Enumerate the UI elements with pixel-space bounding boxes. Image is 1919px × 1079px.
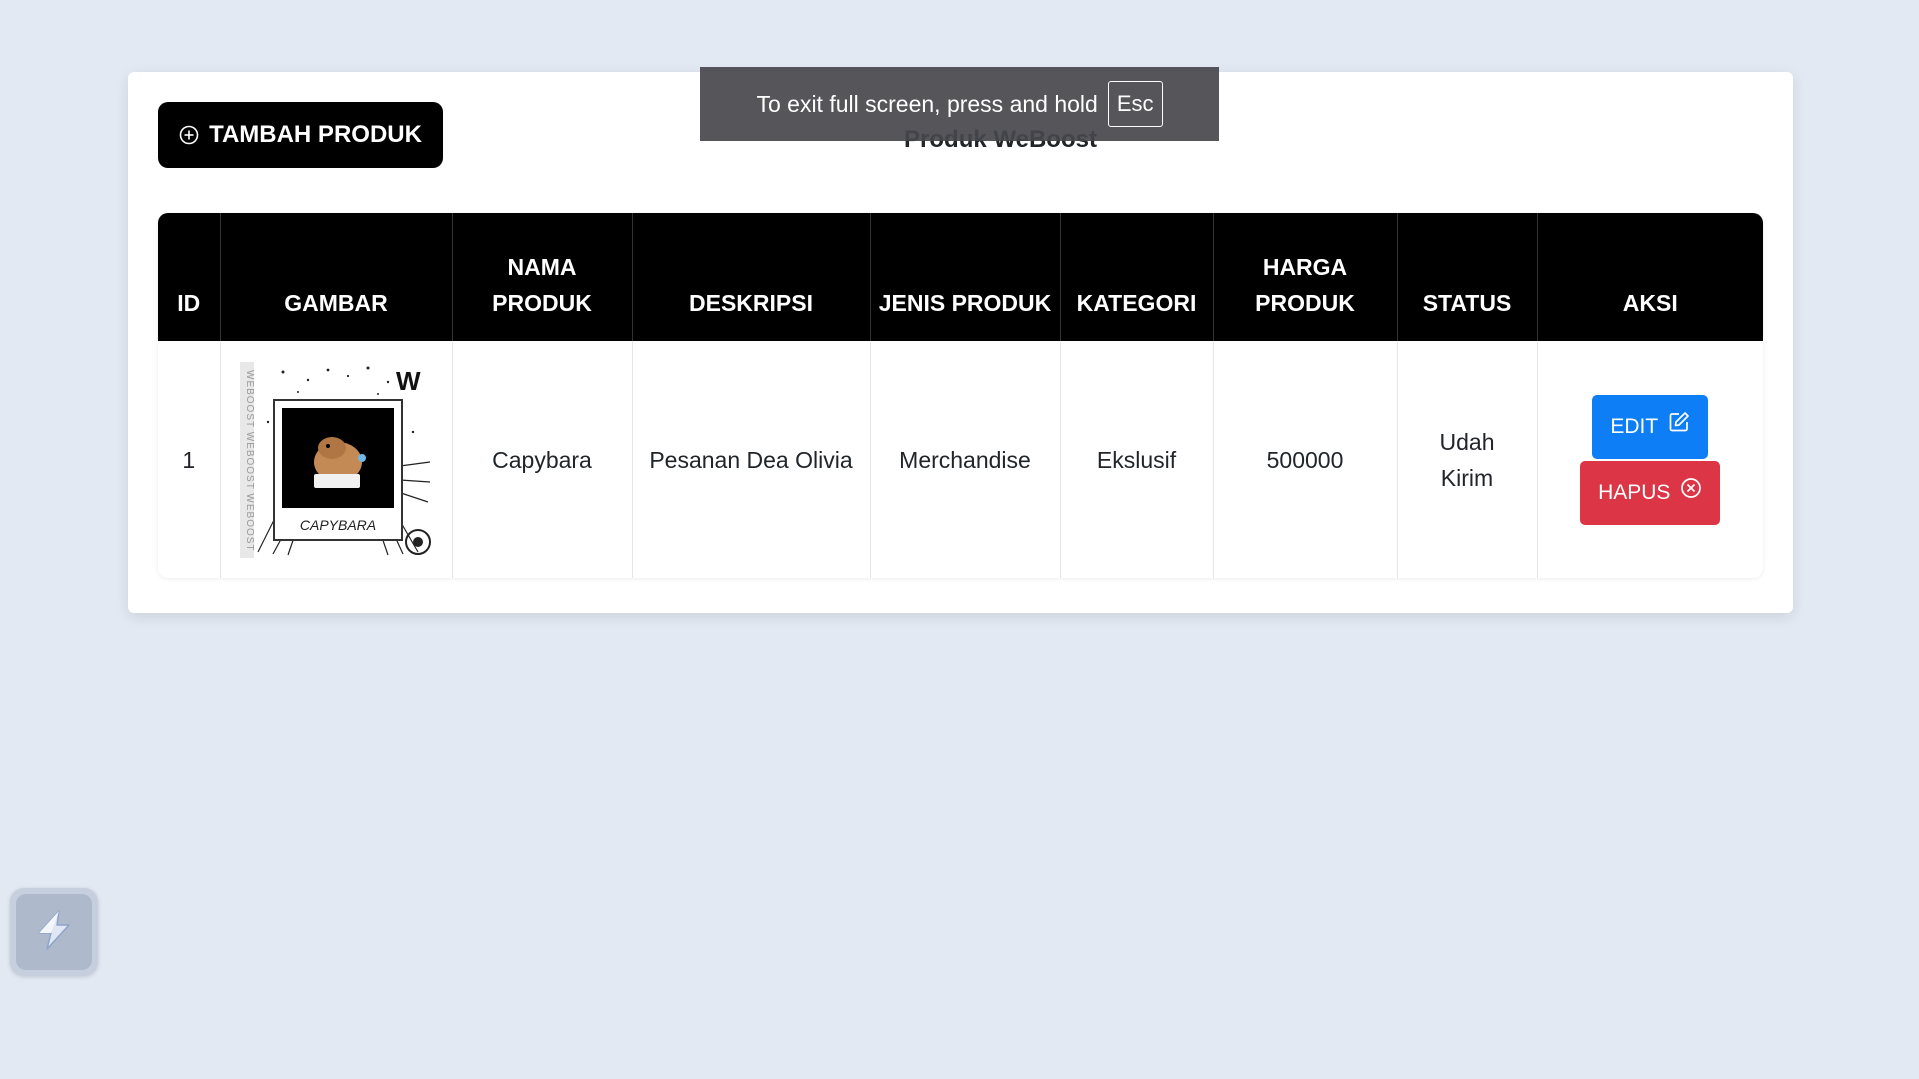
header-type: JENIS PRODUK xyxy=(870,213,1061,341)
fullscreen-notice-text: To exit full screen, press and hold xyxy=(756,90,1098,117)
x-circle-icon xyxy=(1680,475,1702,511)
header-price: HARGA PRODUK xyxy=(1213,213,1398,341)
cell-description: Pesanan Dea Olivia xyxy=(632,341,871,578)
product-card: TAMBAH PRODUK Produk WeBoost xyxy=(128,72,1793,613)
header-actions: AKSI xyxy=(1537,213,1763,341)
delete-label: HAPUS xyxy=(1598,480,1671,504)
page: TAMBAH PRODUK Produk WeBoost xyxy=(0,0,1919,1079)
header-id: ID xyxy=(158,213,221,341)
svg-text:WEBOOST WEBOOST WEBOOST: WEBOOST WEBOOST WEBOOST xyxy=(244,370,255,552)
header-description: DESKRIPSI xyxy=(632,213,871,341)
cell-image: WEBOOST WEBOOST WEBOOST W CAPYBARA xyxy=(220,341,453,578)
edit-square-icon xyxy=(1668,409,1690,445)
header-name: NAMA PRODUK xyxy=(452,213,633,341)
floating-app-widget[interactable] xyxy=(10,888,98,976)
table-row: 1 WEBOOST WEBOOST WEBOOST W CAPYBARA Cap… xyxy=(158,341,1763,578)
table-header-row: ID GAMBAR NAMA PRODUK DESKRIPSI JENIS PR… xyxy=(158,213,1763,341)
cell-id: 1 xyxy=(158,341,221,578)
product-table: ID GAMBAR NAMA PRODUK DESKRIPSI JENIS PR… xyxy=(158,213,1763,578)
edit-button[interactable]: EDIT xyxy=(1592,394,1709,459)
cell-actions: EDIT HAPUS xyxy=(1537,341,1763,578)
esc-key-badge: Esc xyxy=(1107,81,1163,127)
cell-category: Ekslusif xyxy=(1060,341,1214,578)
header-category: KATEGORI xyxy=(1060,213,1214,341)
header-status: STATUS xyxy=(1397,213,1538,341)
delete-button[interactable]: HAPUS xyxy=(1580,460,1721,525)
cell-price: 500000 xyxy=(1213,341,1398,578)
cell-name: Capybara xyxy=(452,341,633,578)
header-image: GAMBAR xyxy=(220,213,453,341)
edit-label: EDIT xyxy=(1610,414,1659,438)
cell-status: Udah Kirim xyxy=(1397,341,1538,578)
svg-text:W: W xyxy=(396,366,421,396)
cell-type: Merchandise xyxy=(870,341,1061,578)
lightning-app-icon xyxy=(31,907,77,958)
product-image-caption: CAPYBARA xyxy=(300,517,376,533)
product-image: WEBOOST WEBOOST WEBOOST W CAPYBARA xyxy=(238,361,434,558)
fullscreen-exit-notice: To exit full screen, press and hold Esc xyxy=(700,67,1219,141)
